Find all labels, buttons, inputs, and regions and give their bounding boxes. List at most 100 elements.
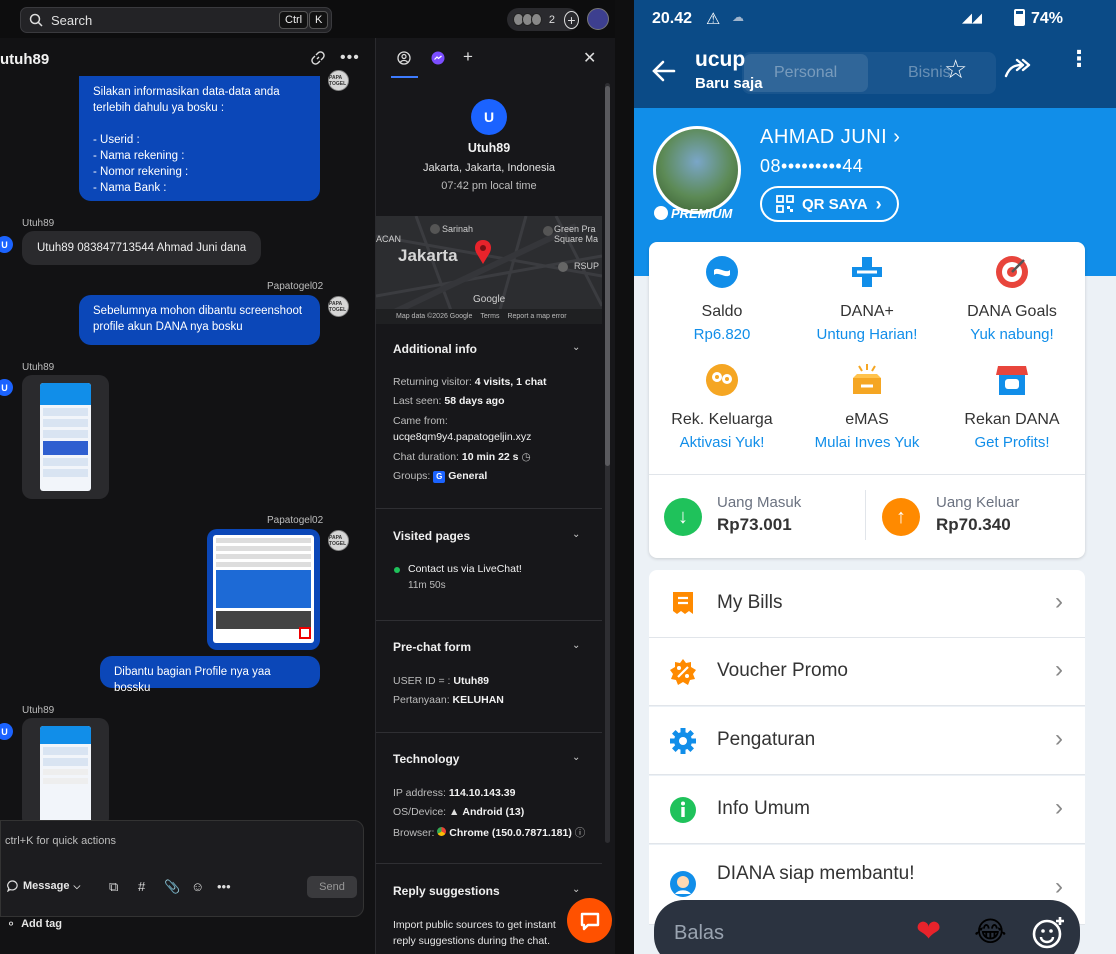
map-data-credit: Map data ©2026 Google: [396, 313, 473, 320]
section-divider: [376, 732, 602, 733]
wallet-icon: [706, 256, 738, 288]
grid-item-dana-goals[interactable]: DANA Goals Yuk nabung!: [939, 254, 1085, 343]
came-from-url[interactable]: ucqe8qm9y4.papatogeljin.xyz: [393, 431, 531, 443]
more-icon[interactable]: •••: [340, 49, 360, 67]
image-attachment[interactable]: [22, 375, 109, 499]
reply-suggestions-title[interactable]: Reply suggestions: [393, 884, 500, 898]
send-button[interactable]: Send: [307, 876, 357, 898]
chevron-down-icon[interactable]: ⌄: [572, 884, 580, 895]
sender-name: Papatogel02: [267, 515, 324, 526]
group-badge-icon: G: [433, 471, 446, 483]
menu-row-info-umum[interactable]: Info Umum ›: [649, 776, 1085, 844]
visited-page-title[interactable]: Contact us via LiveChat!: [408, 563, 522, 575]
details-tabs: + ✕: [376, 38, 615, 78]
grid-item-saldo[interactable]: Saldo Rp6.820: [649, 254, 795, 343]
laughing-emoji-icon[interactable]: 😂: [974, 915, 1007, 948]
visitor-avatar: U: [0, 236, 13, 253]
scrollbar-thumb[interactable]: [605, 86, 610, 466]
screenshot-thumbnail: [213, 535, 314, 643]
warning-icon: ⚠: [706, 11, 721, 28]
arrow-down-icon[interactable]: ↓: [664, 498, 702, 536]
qr-saya-button[interactable]: QR SAYA ›: [760, 186, 899, 222]
share-icon[interactable]: [1004, 58, 1032, 80]
message-mode-dropdown[interactable]: Message ⌵: [7, 880, 80, 892]
menu-row-pengaturan[interactable]: Pengaturan ›: [649, 707, 1085, 775]
tab-personal[interactable]: Personal: [774, 64, 837, 82]
status-time: 20.42: [652, 10, 693, 27]
technology-title[interactable]: Technology: [393, 752, 459, 766]
map-city-label: Jakarta: [398, 246, 458, 265]
profile-picture[interactable]: [653, 126, 741, 214]
back-arrow-icon[interactable]: [652, 60, 676, 82]
heart-icon[interactable]: ❤: [916, 914, 941, 949]
last-seen: Last seen: 58 days ago: [393, 395, 505, 407]
additional-info-title[interactable]: Additional info: [393, 342, 477, 356]
chevron-right-icon: ›: [1055, 794, 1063, 821]
add-emoji-icon[interactable]: [1032, 916, 1066, 950]
arrow-up-icon[interactable]: ↑: [882, 498, 920, 536]
gear-icon: [670, 728, 696, 754]
screenshot-thumbnail: [40, 726, 91, 826]
location-map[interactable]: Sarinah ACAN Jakarta Green Pra Square Ma…: [376, 216, 602, 324]
chevron-down-icon[interactable]: ⌄: [572, 752, 580, 763]
services-card: Saldo Rp6.820 DANA+ Untung Harian! DANA …: [649, 242, 1085, 558]
chevron-down-icon[interactable]: ⌄: [572, 529, 580, 540]
messenger-icon[interactable]: [431, 51, 445, 65]
app-bar: Personal Bisnis ucup Baru saja ☆ ⋮: [634, 40, 1116, 108]
add-tab-icon[interactable]: +: [463, 47, 473, 67]
grid-item-emas[interactable]: eMAS Mulai Inves Yuk: [794, 362, 940, 451]
prechat-userid: USER ID = : Utuh89: [393, 675, 489, 687]
gold-icon: [853, 364, 881, 394]
hashtag-icon[interactable]: #: [138, 879, 145, 894]
more-icon[interactable]: •••: [217, 879, 231, 894]
search-icon: [29, 13, 43, 27]
message-composer[interactable]: ctrl+K for quick actions Message ⌵ ⧉ # 📎…: [0, 820, 364, 917]
emoji-icon[interactable]: ☺: [191, 879, 204, 894]
map-label: Green Pra: [554, 224, 596, 234]
divider: [865, 490, 866, 540]
image-attachment[interactable]: [22, 718, 109, 828]
close-icon[interactable]: ✕: [583, 48, 596, 68]
message-line: - Userid :: [93, 134, 140, 146]
chrome-icon: [437, 827, 447, 836]
visited-pages-title[interactable]: Visited pages: [393, 529, 470, 543]
info-icon: [670, 797, 696, 823]
livechat-app: Search Ctrl K 2 + utuh89 ••• Silakan inf…: [0, 0, 615, 954]
add-icon[interactable]: +: [563, 10, 579, 29]
top-bar: Search Ctrl K 2 +: [0, 0, 615, 38]
prechat-form-title[interactable]: Pre-chat form: [393, 640, 471, 654]
map-terms-link[interactable]: Terms: [480, 313, 499, 320]
grid-item-rek-keluarga[interactable]: Rek. Keluarga Aktivasi Yuk!: [649, 362, 795, 451]
sender-name: Utuh89: [22, 705, 55, 716]
chevron-right-icon: ›: [1055, 588, 1063, 615]
more-vertical-icon[interactable]: ⋮: [1068, 48, 1090, 70]
chevron-down-icon[interactable]: ⌄: [572, 640, 580, 651]
menu-row-voucher-promo[interactable]: Voucher Promo ›: [649, 638, 1085, 706]
section-divider: [376, 863, 602, 864]
reply-bar[interactable]: Balas ❤ 😂: [654, 900, 1080, 954]
profile-name[interactable]: AHMAD JUNI ›: [760, 126, 900, 149]
attachment-icon[interactable]: 📎: [164, 879, 180, 895]
canned-response-icon[interactable]: ⧉: [109, 879, 118, 895]
link-icon[interactable]: [311, 51, 325, 65]
chevron-down-icon[interactable]: ⌄: [572, 342, 580, 353]
image-attachment[interactable]: [207, 529, 320, 650]
copilot-button[interactable]: [587, 8, 609, 30]
grid-item-rekan-dana[interactable]: Rekan DANA Get Profits!: [939, 362, 1085, 451]
add-tag-button[interactable]: ⚬ Add tag: [6, 917, 62, 931]
page-title: ucup: [695, 48, 746, 71]
user-icon[interactable]: [397, 51, 411, 65]
section-divider: [376, 508, 602, 509]
reply-input[interactable]: Balas: [674, 922, 724, 945]
map-report-link[interactable]: Report a map error: [507, 313, 566, 320]
search-input[interactable]: Search Ctrl K: [20, 7, 332, 33]
google-logo: Google: [473, 294, 506, 305]
star-icon[interactable]: ☆: [944, 54, 967, 85]
livechat-launcher-button[interactable]: [567, 898, 612, 943]
menu-row-my-bills[interactable]: My Bills ›: [649, 570, 1085, 638]
bill-icon: [673, 592, 693, 614]
message-line: terlebih dahulu ya bosku :: [93, 102, 225, 114]
chevron-down-icon: ⌵: [73, 880, 81, 891]
grid-item-dana-plus[interactable]: DANA+ Untung Harian!: [794, 254, 940, 343]
active-agents[interactable]: 2 +: [507, 8, 579, 31]
